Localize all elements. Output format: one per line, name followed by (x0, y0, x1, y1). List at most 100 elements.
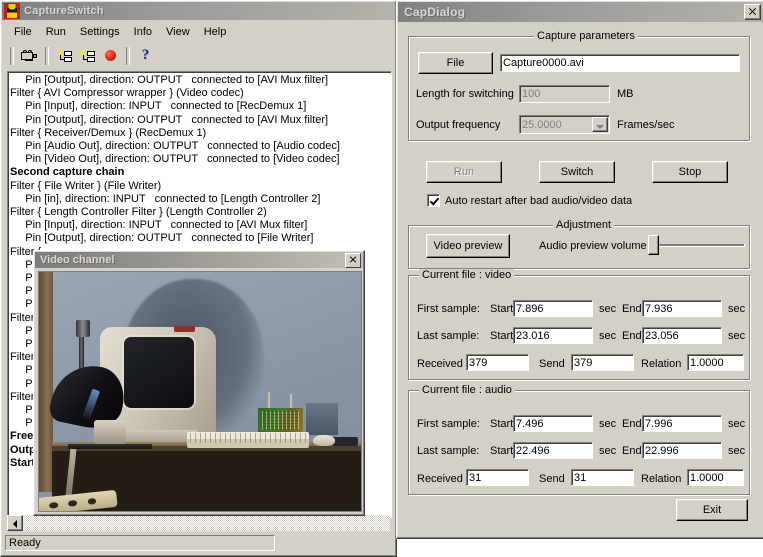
audio-last-start-label: Start (490, 445, 514, 457)
file-path-field[interactable]: Capture0000.avi (500, 54, 740, 72)
audio-first-end-field[interactable]: 7.996 (642, 415, 722, 432)
app-icon[interactable] (4, 3, 20, 19)
audio-last-start-field[interactable]: 22.496 (513, 442, 593, 459)
video-send-field[interactable]: 379 (571, 354, 634, 371)
main-window-titlebar[interactable]: CaptureSwitch (2, 2, 395, 20)
menu-item-settings[interactable]: Settings (73, 24, 127, 40)
video-relation-field[interactable]: 1.0000 (687, 354, 744, 371)
audio-received-field[interactable]: 31 (466, 469, 529, 486)
audio-first-start-unit: sec (599, 418, 617, 430)
video-received-field[interactable]: 379 (466, 354, 529, 371)
log-line: Pin [in], direction: INPUT connected to … (10, 192, 321, 205)
record-icon (105, 50, 116, 61)
video-box (306, 403, 339, 435)
audio-send-field[interactable]: 31 (571, 469, 634, 486)
log-line: Pin [Video Out], direction: OUTPUT conne… (10, 153, 340, 166)
log-line: Pin [Input], direction: INPUT connected … (10, 100, 307, 113)
dialog-titlebar[interactable]: CapDialog (398, 2, 763, 22)
video-keyboard-keys (189, 433, 308, 443)
audio-last-start-unit: sec (599, 445, 617, 457)
status-bar: Ready (3, 533, 394, 553)
current-file-video-legend: Current file : video (419, 269, 515, 281)
menu-item-run[interactable]: Run (39, 24, 73, 40)
auto-restart-check-box[interactable] (427, 194, 440, 207)
auto-restart-checkbox[interactable]: Auto restart after bad audio/video data (427, 194, 632, 207)
toolbar-separator (45, 46, 49, 65)
main-window-title: CaptureSwitch (24, 5, 104, 17)
video-last-end-field[interactable]: 23.056 (642, 327, 722, 344)
scroll-track[interactable] (23, 515, 390, 531)
dialog-title: CapDialog (404, 5, 466, 19)
video-first-start-label: Start (490, 303, 514, 315)
video-channel-window: Video channel (33, 250, 365, 516)
video-close-button[interactable] (345, 252, 361, 268)
audio-received-label: Received (417, 473, 463, 485)
slider-track[interactable] (648, 244, 745, 247)
horizontal-scrollbar[interactable] (7, 515, 390, 531)
menu-bar: File Run Settings Info View Help (3, 22, 394, 42)
video-first-start-field[interactable]: 7.896 (513, 300, 593, 317)
toolbar-separator (10, 46, 14, 65)
video-desk-bar (67, 444, 152, 450)
file-button[interactable]: File (418, 52, 493, 74)
camera-icon (20, 50, 39, 61)
switch-button[interactable]: Switch (539, 161, 615, 183)
video-preview-button[interactable]: Video preview (426, 234, 510, 258)
video-circuit-board (257, 408, 304, 433)
build-graph-button[interactable] (53, 45, 76, 66)
log-line: Pin [Input], direction: INPUT connected … (10, 219, 308, 232)
exit-button[interactable]: Exit (676, 499, 748, 521)
adjustment-legend: Adjustment (553, 219, 615, 231)
video-first-end-label: End (622, 303, 642, 315)
output-frequency-dropdown-arrow[interactable] (592, 117, 608, 132)
video-first-end-field[interactable]: 7.936 (642, 300, 722, 317)
auto-restart-label: Auto restart after bad audio/video data (445, 194, 633, 207)
video-preview-frame[interactable] (39, 272, 361, 511)
frequency-unit-label: Frames/sec (617, 119, 675, 131)
stop-button[interactable]: Stop (652, 161, 728, 183)
audio-preview-volume-label: Audio preview volume (539, 240, 647, 252)
audio-last-end-field[interactable]: 22.996 (642, 442, 722, 459)
audio-first-end-unit: sec (728, 418, 746, 430)
video-lamp-clamp (76, 319, 90, 337)
status-text: Ready (5, 535, 275, 551)
video-lamp-base (93, 420, 126, 445)
video-first-end-unit: sec (728, 303, 746, 315)
menu-item-view[interactable]: View (159, 24, 197, 40)
slider-thumb[interactable] (648, 235, 659, 255)
audio-last-end-unit: sec (728, 445, 746, 457)
capture-device-button[interactable] (18, 45, 41, 66)
log-line: Pin [Output], direction: OUTPUT connecte… (10, 74, 329, 86)
dialog-close-button[interactable] (744, 4, 761, 20)
audio-preview-volume-slider[interactable] (648, 233, 745, 257)
video-last-start-field[interactable]: 23.016 (513, 327, 593, 344)
menu-item-info[interactable]: Info (127, 24, 159, 40)
video-last-end-unit: sec (728, 330, 746, 342)
run-button[interactable]: Run (426, 161, 502, 183)
audio-first-end-label: End (622, 418, 642, 430)
length-unit-label: MB (617, 88, 634, 100)
length-for-switching-field[interactable]: 100 (519, 85, 610, 103)
audio-first-sample-label: First sample: (417, 418, 480, 430)
video-window-title: Video channel (40, 254, 115, 266)
audio-send-label: Send (539, 473, 565, 485)
record-button[interactable] (99, 45, 122, 66)
video-window-titlebar[interactable]: Video channel (35, 252, 363, 268)
scroll-left-button[interactable] (7, 515, 23, 531)
video-crt-screen (124, 336, 194, 409)
menu-item-help[interactable]: Help (197, 24, 234, 40)
log-line: Pin [Output], direction: OUTPUT connecte… (10, 232, 314, 245)
audio-relation-field[interactable]: 1.0000 (687, 469, 744, 486)
menu-item-file[interactable]: File (7, 24, 39, 40)
audio-first-start-field[interactable]: 7.496 (513, 415, 593, 432)
video-mouse (312, 434, 336, 447)
help-button[interactable]: ? (134, 45, 157, 66)
video-received-label: Received (417, 358, 463, 370)
log-line: Pin [Audio Out], direction: OUTPUT conne… (10, 140, 340, 153)
video-mousepad (332, 436, 358, 447)
audio-relation-label: Relation (641, 473, 682, 485)
show-graph-button[interactable] (76, 45, 99, 66)
video-last-end-label: End (622, 330, 642, 342)
capture-parameters-legend: Capture parameters (534, 30, 638, 42)
log-line: Filter { Receiver/Demux } (RecDemux 1) (10, 126, 207, 139)
